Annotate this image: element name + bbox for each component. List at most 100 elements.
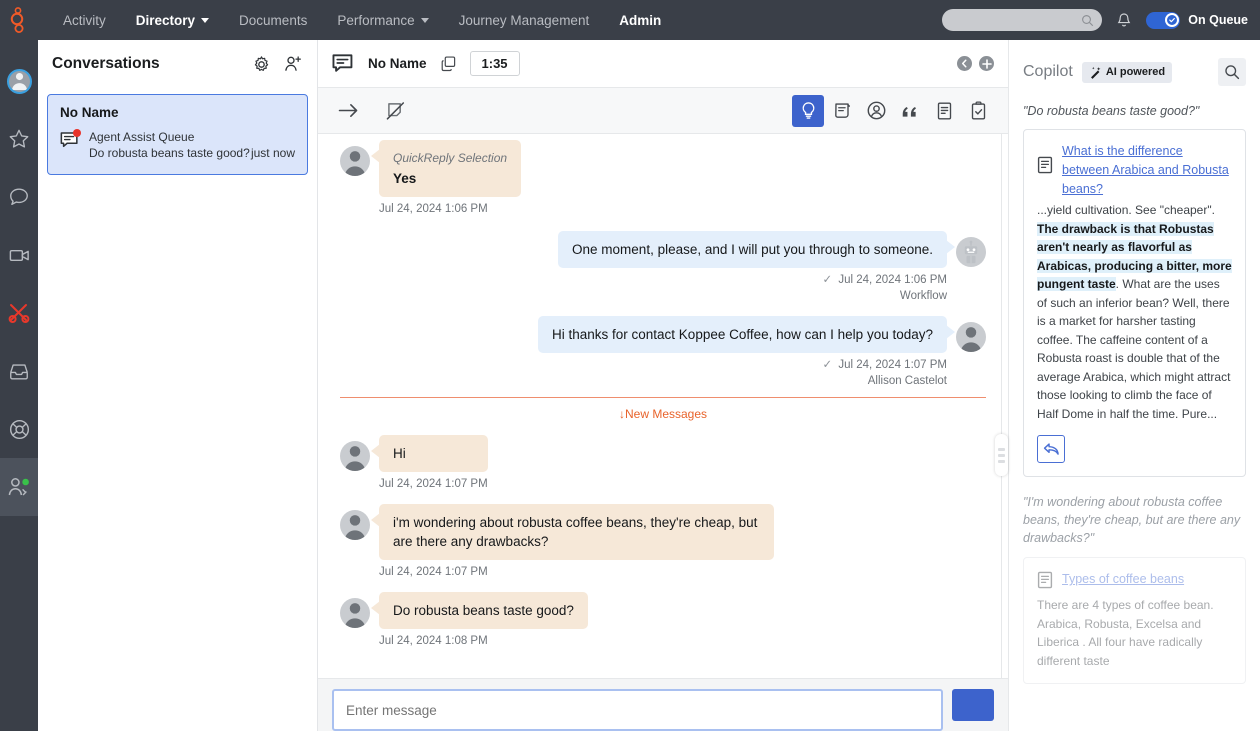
copilot-tab[interactable] [792,95,824,127]
copilot-search-button[interactable] [1218,58,1246,86]
gear-icon[interactable] [252,55,271,74]
disable-notes-button[interactable] [380,95,412,127]
copilot-content: "Do robusta beans taste good?" What is t… [1009,90,1260,731]
chat-bubble: QuickReply Selection Yes [379,140,521,197]
chat-message-text: Hi thanks for contact Koppee Coffee, how… [552,327,933,342]
global-search-input[interactable] [942,9,1102,31]
script-tab[interactable] [826,95,858,127]
reply-icon [1043,442,1060,457]
people-icon [7,475,31,499]
transfer-button[interactable] [332,95,364,127]
conversation-preview: Do robusta beans taste good? [89,145,251,162]
wrapup-tab[interactable] [962,95,994,127]
copilot-answer-card[interactable]: Types of coffee beans There are 4 types … [1023,557,1246,684]
copilot-article-snippet: ...yield cultivation. See "cheaper". The… [1037,201,1232,423]
chat-message-text: Do robusta beans taste good? [393,603,574,618]
rail-item-favorites[interactable] [0,110,38,168]
notes-tab[interactable] [928,95,960,127]
message-composer [318,678,1008,731]
nav-item-performance[interactable]: Performance [322,0,443,40]
chat-area: QuickReply Selection Yes Jul 24, 2024 1:… [318,134,1008,678]
robot-avatar-icon [956,237,986,267]
user-avatar-icon [340,146,370,176]
profile-tab[interactable] [860,95,892,127]
rail-item-inbox[interactable] [0,342,38,400]
chat-bubble-column: Hi thanks for contact Koppee Coffee, how… [538,316,956,389]
copy-icon[interactable] [440,55,457,72]
drag-handle-icon [998,460,1005,463]
divider-line [340,397,986,398]
nav-label: Documents [239,13,307,28]
copilot-article-snippet: There are 4 types of coffee bean. Arabic… [1037,596,1232,670]
conversation-queue: Agent Assist Queue [89,129,295,145]
app-root: Activity Directory Documents Performance… [0,0,1260,731]
rail-item-profile[interactable] [0,52,38,110]
on-queue-toggle[interactable]: On Queue [1146,12,1248,29]
new-messages-label: ↓New Messages [340,407,986,421]
nav-item-documents[interactable]: Documents [224,0,322,40]
notifications-bell-icon[interactable] [1116,12,1132,29]
copilot-answer-card[interactable]: What is the difference between Arabica a… [1023,129,1246,477]
conversation-time: just now [251,146,295,160]
canned-responses-tab[interactable] [894,95,926,127]
magic-wand-icon [1089,66,1102,79]
chat-bubble: Hi thanks for contact Koppee Coffee, how… [538,316,947,353]
chat-message-time: Jul 24, 2024 1:07 PM [379,566,488,578]
message-input[interactable] [332,689,943,731]
conversation-name: No Name [60,105,295,120]
rail-item-interactions[interactable] [0,458,38,516]
user-avatar-icon [340,441,370,471]
chat-message: One moment, please, and I will put you t… [318,231,1008,304]
snippet-prefix: ...yield cultivation. See "cheaper". [1037,203,1215,217]
chat-message-text: One moment, please, and I will put you t… [572,242,933,257]
quote-icon [900,102,920,120]
nav-label: Activity [63,13,106,28]
note-disabled-icon [386,101,406,121]
nav-label: Directory [136,13,195,28]
rail-item-chat[interactable] [0,168,38,226]
chat-message-meta: Jul 24, 2024 1:07 PM [379,564,774,580]
rail-item-video[interactable] [0,226,38,284]
add-person-icon[interactable] [283,54,303,74]
rail-item-support[interactable] [0,400,38,458]
panel-resize-handle[interactable] [995,434,1008,476]
copilot-article-link[interactable]: Types of coffee beans [1062,570,1184,589]
clipboard-check-icon [969,101,988,121]
chat-bubble-column: i'm wondering about robusta coffee beans… [370,504,774,580]
inbox-tray-icon [8,360,30,382]
chat-message: i'm wondering about robusta coffee beans… [318,504,1008,580]
chat-bubble: One moment, please, and I will put you t… [558,231,947,268]
chat-message-time: Jul 24, 2024 1:07 PM [379,478,488,490]
interaction-timer: 1:35 [470,51,520,76]
interaction-name: No Name [368,56,427,71]
rail-item-end-call[interactable] [0,284,38,342]
interaction-panel: No Name 1:35 [318,40,1008,731]
chat-bubble: i'm wondering about robusta coffee beans… [379,504,774,560]
ai-powered-label: AI powered [1106,66,1165,78]
copilot-send-reply-button[interactable] [1037,435,1065,463]
search-icon [1224,64,1240,80]
copilot-article-link-row: Types of coffee beans [1037,570,1232,594]
quickreply-label: QuickReply Selection [393,149,507,168]
send-button[interactable] [952,689,994,721]
chat-message-time: Jul 24, 2024 1:06 PM [379,203,488,215]
chat-message-time: Jul 24, 2024 1:07 PM [838,359,947,371]
chat-message-list[interactable]: QuickReply Selection Yes Jul 24, 2024 1:… [318,134,1008,678]
chevron-down-icon [421,18,429,23]
check-icon [1167,15,1177,25]
genesys-logo-icon[interactable] [0,0,40,40]
conversation-list-item[interactable]: No Name Agent Assist Queue Do robusta be… [47,94,308,175]
chat-bubble: Hi [379,435,488,472]
nav-item-admin[interactable]: Admin [604,0,676,40]
chat-message-text: Yes [393,169,507,188]
conversation-list-header: Conversations [38,40,317,88]
chat-message: Hi thanks for contact Koppee Coffee, how… [318,316,1008,389]
nav-item-journey-management[interactable]: Journey Management [444,0,605,40]
nav-item-directory[interactable]: Directory [121,0,224,40]
nav-item-activity[interactable]: Activity [48,0,121,40]
new-messages-divider: ↓New Messages [318,397,1008,421]
expand-circle-icon[interactable] [979,56,994,71]
chevron-left-circle-icon[interactable] [957,56,972,71]
copilot-article-link[interactable]: What is the difference between Arabica a… [1062,142,1232,199]
conversation-text-lines: Agent Assist Queue Do robusta beans tast… [89,129,295,162]
